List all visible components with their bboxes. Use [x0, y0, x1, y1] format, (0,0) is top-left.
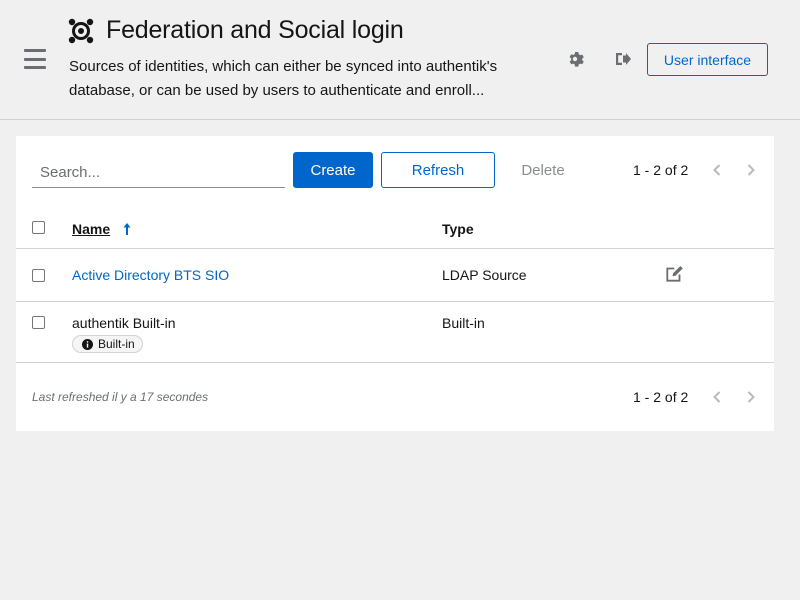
next-page-button[interactable]: [741, 387, 761, 407]
hamburger-bar: [24, 49, 46, 52]
sources-table-card: Create Refresh Delete 1 - 2 of 2 Name Ty…: [16, 136, 774, 431]
last-refreshed-text: Last refreshed il y a 17 secondes: [32, 390, 209, 404]
chevron-right-icon: [747, 164, 755, 176]
row-checkbox[interactable]: [32, 269, 45, 282]
hamburger-bar: [24, 57, 46, 61]
table-row: authentik Built-in Built-in Built-in: [16, 302, 774, 363]
previous-page-button[interactable]: [707, 387, 727, 407]
source-type: Built-in: [442, 315, 485, 331]
badge-label: Built-in: [98, 337, 135, 351]
source-name: authentik Built-in: [72, 315, 176, 331]
hamburger-menu-button[interactable]: [24, 49, 46, 69]
edit-icon[interactable]: [664, 264, 684, 284]
sort-ascending-icon: [123, 223, 131, 235]
column-header-label: Name: [72, 221, 111, 237]
previous-page-button[interactable]: [707, 160, 727, 180]
page-header: Federation and Social login Sources of i…: [0, 0, 800, 120]
sign-out-icon[interactable]: [613, 49, 633, 69]
page-title: Federation and Social login: [106, 16, 404, 44]
column-header-type: Type: [442, 221, 474, 237]
next-page-button[interactable]: [741, 160, 761, 180]
select-all-checkbox[interactable]: [32, 221, 45, 234]
table-row: Active Directory BTS SIO LDAP Source: [16, 249, 774, 302]
chevron-left-icon: [713, 391, 721, 403]
pagination-range: 1 - 2 of 2: [633, 162, 689, 178]
federation-icon: [68, 18, 94, 43]
table-header: Name Type: [16, 208, 774, 249]
built-in-badge: Built-in: [72, 335, 143, 353]
search-input[interactable]: [32, 154, 285, 188]
pagination-top: 1 - 2 of 2: [633, 160, 761, 180]
row-checkbox[interactable]: [32, 316, 45, 329]
pagination-bottom: 1 - 2 of 2: [633, 387, 761, 407]
title-row: Federation and Social login: [68, 16, 404, 45]
chevron-right-icon: [747, 391, 755, 403]
info-circle-icon: [82, 338, 93, 350]
source-name-link[interactable]: Active Directory BTS SIO: [72, 267, 229, 283]
user-interface-button[interactable]: User interface: [647, 43, 768, 76]
pagination-range: 1 - 2 of 2: [633, 389, 689, 405]
create-button[interactable]: Create: [293, 152, 373, 188]
hamburger-bar: [24, 66, 46, 69]
column-header-name[interactable]: Name: [72, 221, 132, 237]
description-line: database, or can be used by users to aut…: [69, 82, 485, 99]
gear-icon[interactable]: [565, 49, 585, 69]
refresh-button[interactable]: Refresh: [381, 152, 495, 188]
page-description: Sources of identities, which can either …: [69, 55, 529, 103]
chevron-left-icon: [713, 164, 721, 176]
description-line: Sources of identities, which can either …: [69, 58, 498, 75]
source-type: LDAP Source: [442, 267, 527, 283]
delete-button[interactable]: Delete: [507, 152, 579, 188]
